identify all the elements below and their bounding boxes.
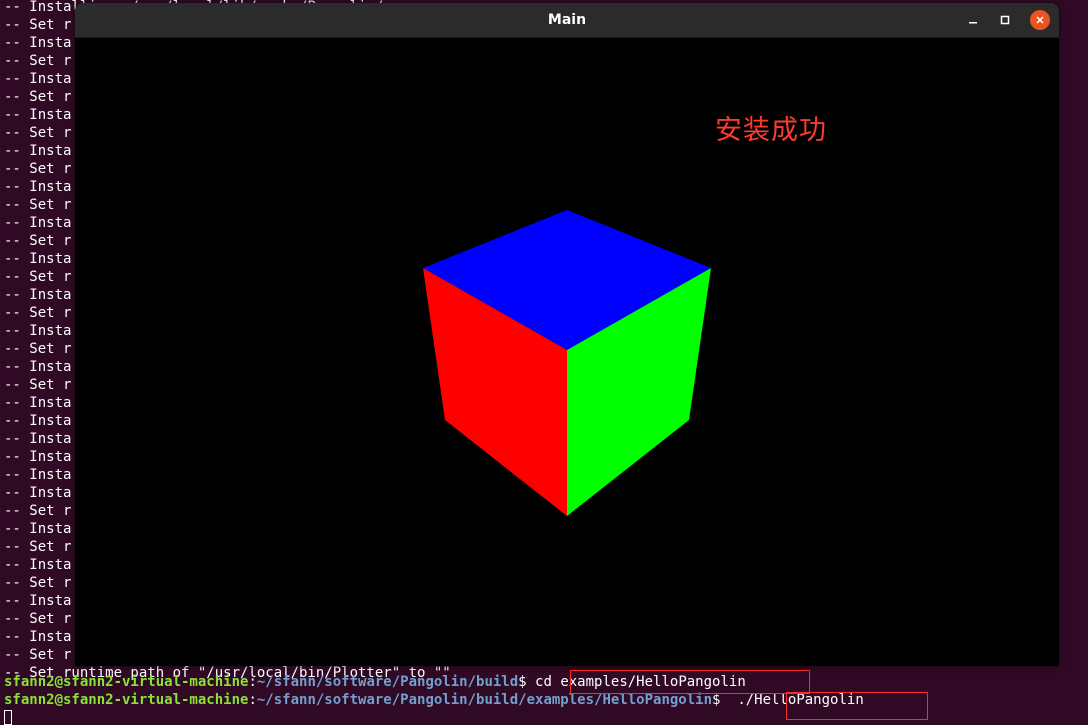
prompt-path: ~/sfann/software/Pangolin/build xyxy=(256,674,519,690)
pangolin-window[interactable]: Main 安装成功 xyxy=(75,3,1059,666)
command-highlight-box-1 xyxy=(570,670,810,694)
window-titlebar[interactable]: Main xyxy=(75,3,1059,38)
window-title: Main xyxy=(547,12,587,28)
command-highlight-box-2 xyxy=(786,692,928,720)
close-icon xyxy=(1036,16,1044,24)
prompt-separator: : xyxy=(248,674,257,690)
maximize-icon xyxy=(1000,15,1010,25)
maximize-button[interactable] xyxy=(995,10,1015,30)
prompt-user: sfann2@sfann2-virtual-machine xyxy=(4,674,249,690)
rgb-cube xyxy=(423,210,711,516)
prompt-separator: : xyxy=(248,692,257,708)
terminal-cursor xyxy=(4,710,12,725)
prompt-dollar: $ xyxy=(518,674,536,690)
render-canvas[interactable]: 安装成功 xyxy=(75,38,1059,666)
minimize-icon xyxy=(969,22,977,24)
prompt-user: sfann2@sfann2-virtual-machine xyxy=(4,692,249,708)
prompt-path: ~/sfann/software/Pangolin/build/examples… xyxy=(256,692,713,708)
close-button[interactable] xyxy=(1030,10,1050,30)
minimize-button[interactable] xyxy=(963,10,983,30)
prompt-dollar: $ xyxy=(712,692,738,708)
